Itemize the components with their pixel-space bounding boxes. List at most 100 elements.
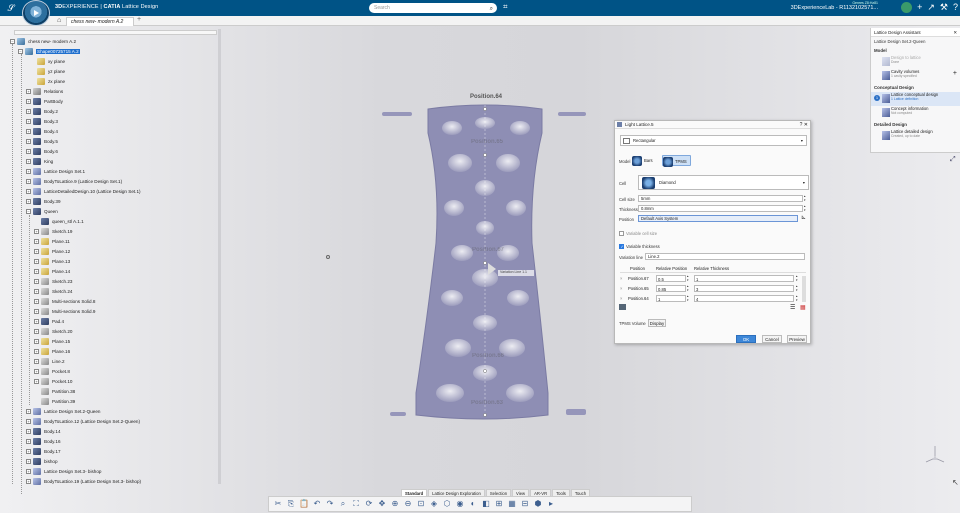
render-icon[interactable]: ◉ [455,499,465,509]
cut-icon[interactable]: ✂ [273,499,283,509]
tree-node[interactable]: + Plane.11 [34,237,70,246]
lattice-tool-icon[interactable]: ⬢ [533,499,543,509]
avatar[interactable] [901,2,913,13]
row-remove-icon[interactable]: × [620,295,622,302]
add-icon[interactable]: + [953,70,957,77]
expand-icon[interactable]: + [26,169,31,174]
grid-icon[interactable]: ▦ [507,499,517,509]
position-64-label[interactable]: Position.64 [470,94,502,100]
lattice-type-select[interactable]: Rectangular ▾ [620,135,807,146]
row-relative-thickness-input[interactable]: 3 [694,285,794,292]
table-row[interactable]: × Position.64 1 ▴ ▾ 4 ▴ ▾ [620,294,806,303]
expand-icon[interactable]: + [26,479,31,484]
row-relative-thickness-stepper[interactable]: ▴ ▾ [796,284,798,292]
expand-icon[interactable]: + [26,109,31,114]
dialog-title-bar[interactable]: Light Lattice.5 ? ✕ [615,121,810,129]
expand-icon[interactable]: + [26,119,31,124]
tree-node[interactable]: − Queen [26,207,58,216]
normal-view-icon[interactable]: ⊡ [416,499,426,509]
add-icon[interactable]: + [917,2,922,13]
expand-icon[interactable]: + [34,299,39,304]
tree-node[interactable]: yz plane [30,67,65,76]
tree-node[interactable]: + Sketch.23 [34,277,72,286]
tools-icon[interactable]: ⚒ [940,2,948,13]
expand-icon[interactable]: + [26,129,31,134]
step-cavity-volumes[interactable]: Cavity volumes 1 cavity specified + [871,69,960,83]
tree-node[interactable]: + Plane.12 [34,247,70,256]
expand-icon[interactable]: + [26,159,31,164]
delete-icon[interactable]: ▦ [800,304,806,311]
add-tab-button[interactable]: + [137,16,141,23]
tree-node[interactable]: + BodyToLattice.19 (Lattice Design Set.3-… [26,477,141,486]
tree-node[interactable]: + Sketch.19 [34,227,72,236]
tree-node[interactable]: + Body.2 [26,107,58,116]
row-relative-position-input[interactable]: 1 [656,295,686,302]
row-remove-icon[interactable]: × [620,275,622,282]
axis-system-icon[interactable]: ⊾ [801,214,806,221]
tree-node[interactable]: + Lattice Design Set.3- bishop [26,467,101,476]
tree-node[interactable]: + Multi-sections Solid.9 [34,307,95,316]
zoom-icon[interactable]: ⌕ [338,499,348,509]
expand-icon[interactable]: + [34,279,39,284]
tree-node[interactable]: + Body.5 [26,137,58,146]
tree-node[interactable]: + Plane.13 [34,257,70,266]
position-66-label[interactable]: Position.66 [472,353,504,359]
pan-icon[interactable]: ✥ [377,499,387,509]
variable-thickness-checkbox[interactable] [619,244,624,249]
tree-node[interactable]: + Pocket.8 [34,367,70,376]
paste-icon[interactable]: 📋 [299,499,309,509]
row-relative-position-input[interactable]: 0.5 [656,275,686,282]
tree-node[interactable]: + BodyToLattice.9 (Lattice Design Set.1) [26,177,122,186]
tree-node[interactable]: − chess new- modern A.2 [10,37,76,46]
row-relative-thickness-input[interactable]: 1 [694,275,794,282]
step-design-to-lattice[interactable]: Design to lattice Done [871,55,960,69]
chart-icon[interactable] [619,304,626,310]
close-icon[interactable]: ✕ [953,28,957,37]
measure-icon[interactable]: ⊞ [494,499,504,509]
tree-node[interactable]: + Body.39 [26,197,61,206]
tree-node[interactable]: + Relations [26,87,63,96]
collapse-icon[interactable]: − [26,209,31,214]
snap-icon[interactable]: ⊟ [520,499,530,509]
expand-icon[interactable]: + [34,249,39,254]
view-mode-icon[interactable]: ◈ [429,499,439,509]
expand-icon[interactable]: + [34,309,39,314]
expand-icon[interactable]: + [34,239,39,244]
tree-node[interactable]: + King [26,157,53,166]
tree-node[interactable]: + Lattice Design Set.1 [26,167,85,176]
tag-icon[interactable]: ⌗ [503,2,508,12]
tree-node[interactable]: + Plane.16 [34,347,70,356]
cell-size-input[interactable]: 5mm [638,195,803,202]
row-relative-thickness-stepper[interactable]: ▴ ▾ [796,274,798,282]
tree-node[interactable]: + LatticeDetailedDesign.10 (Lattice Desig… [26,187,141,196]
section-icon[interactable]: ◧ [481,499,491,509]
variation-line-input[interactable]: Line.2 [645,253,805,260]
expand-icon[interactable]: + [26,429,31,434]
tree-node[interactable]: + Multi-sections Solid.8 [34,297,95,306]
step-concept-information[interactable]: Concept information Not computed [871,106,960,120]
thickness-input[interactable]: 0.8mm [638,205,803,212]
row-relative-position-input[interactable]: 0.85 [656,285,686,292]
thickness-stepper[interactable]: ▴ ▾ [804,204,806,212]
copy-icon[interactable]: ⎘ [286,499,296,509]
position-65-label[interactable]: Position.65 [471,139,503,145]
expand-icon[interactable]: + [26,99,31,104]
hide-show-icon[interactable]: ◐ [468,499,478,509]
expand-icon[interactable]: + [26,179,31,184]
close-icon[interactable]: ✕ [804,122,808,128]
position-67-label[interactable]: Position.67 [472,247,504,253]
cell-size-stepper[interactable]: ▴ ▾ [804,194,806,202]
expand-icon[interactable]: + [26,199,31,204]
expand-icon[interactable]: + [34,269,39,274]
position-input[interactable]: Default Axis System [638,215,798,222]
compass-icon[interactable] [22,0,50,26]
row-remove-icon[interactable]: × [620,285,622,292]
user-context[interactable]: Genres Z8:Hz81 3DExperienceLab - R113210… [760,1,878,11]
help-icon[interactable]: ? [953,2,958,13]
tree-node[interactable]: queen_stl A.1.1 [34,217,84,226]
ok-button[interactable]: OK [736,335,756,343]
tree-node[interactable]: + Body.6 [26,147,58,156]
tab-document[interactable]: chess new- modern A.2 [66,17,134,26]
undo-icon[interactable]: ↶ [312,499,322,509]
tree-node[interactable]: − Shape00725715 A.2 [18,47,80,56]
